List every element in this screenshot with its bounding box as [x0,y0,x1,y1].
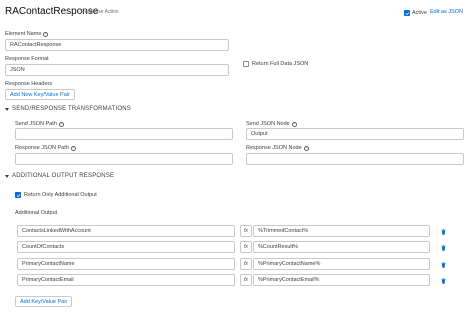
output-key-input[interactable]: PrimaryContactName [17,258,235,270]
return-full-data-label: Return Full Data JSON [252,61,309,67]
formula-button[interactable]: fx [240,258,252,270]
return-full-data-checkbox[interactable] [243,61,249,67]
return-only-additional-checkbox[interactable] [15,192,21,198]
page-subtitle: Response Action [81,9,119,15]
element-name-input[interactable]: RAContactResponse [5,39,229,51]
delete-icon[interactable] [441,245,446,251]
info-icon: i [43,31,49,37]
formula-button[interactable]: fx [240,225,252,237]
send-json-path-label: Send JSON Path i [15,121,64,127]
delete-icon[interactable] [441,229,446,235]
active-label: Active [412,10,427,16]
chevron-down-icon [5,107,9,111]
output-value-input[interactable]: %PrimaryContactName% [253,258,430,270]
add-new-key-value-button[interactable]: Add New Key/Value Pair [5,89,75,100]
output-key-input[interactable]: ContactsLinkedWithAccount [17,225,235,237]
additional-output-label: Additional Output [15,210,58,216]
response-format-input[interactable]: JSON [5,64,229,76]
output-value-input[interactable]: %TrimmedContact% [253,225,430,237]
transformations-section-header[interactable]: SEND/RESPONSE TRANSFORMATIONS [5,106,131,112]
delete-icon[interactable] [441,278,446,284]
formula-button[interactable]: fx [240,274,252,286]
send-json-node-input[interactable]: Output [246,128,464,140]
info-icon: i [58,121,64,127]
output-key-input[interactable]: PrimaryContactEmail [17,274,235,286]
info-icon: i [291,121,297,127]
send-json-node-label: Send JSON Node i [246,121,297,127]
return-only-additional-label: Return Only Additional Output [24,192,97,198]
check-icon [405,11,409,15]
formula-button[interactable]: fx [240,241,252,253]
response-json-path-label: Response JSON Path i [15,145,76,151]
response-json-path-input[interactable] [15,153,233,165]
response-headers-label: Response Headers [5,81,53,87]
output-key-input[interactable]: CountOfContacts [17,241,235,253]
output-value-input[interactable]: %CountResult% [253,241,430,253]
delete-icon[interactable] [441,262,446,268]
element-name-label: Element Name i [5,31,49,37]
active-checkbox[interactable] [404,10,410,16]
response-format-label: Response Format [5,56,49,62]
add-key-value-button[interactable]: Add Key/Value Pair [15,296,73,307]
edit-as-json-link[interactable]: Edit as JSON [430,9,463,15]
response-json-node-label: Response JSON Node i [246,145,309,151]
send-json-path-input[interactable] [15,128,233,140]
chevron-down-icon [5,174,9,178]
check-icon [16,193,20,197]
output-value-input[interactable]: %PrimaryContactEmail% [253,274,430,286]
additional-output-section-header[interactable]: ADDITIONAL OUTPUT RESPONSE [5,173,114,179]
info-icon: i [70,145,76,151]
info-icon: i [303,145,309,151]
response-json-node-input[interactable] [246,153,464,165]
